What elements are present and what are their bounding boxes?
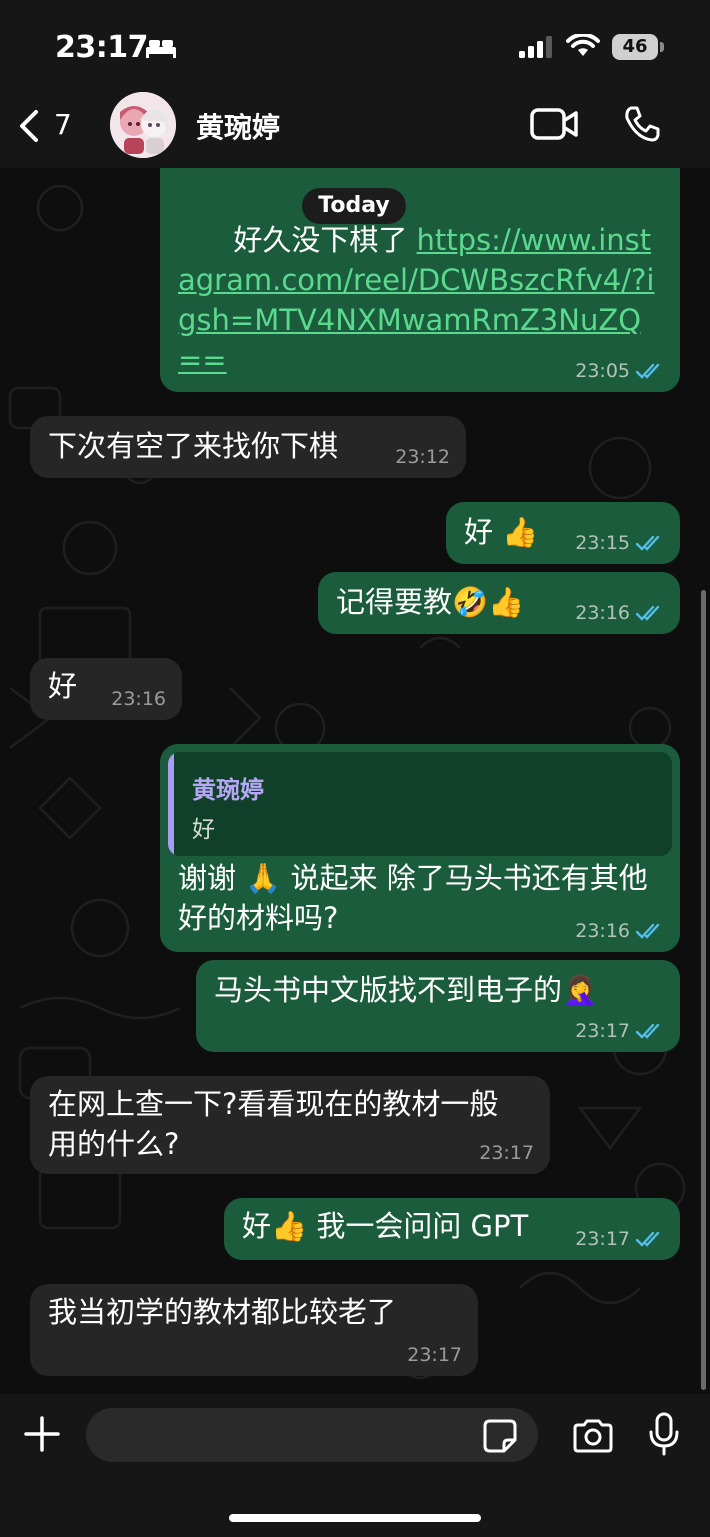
message-bubble-incoming[interactable]: 好 23:16 (30, 658, 182, 720)
message-meta: 23:05 (575, 360, 664, 382)
message-text: 记得要教🤣👍 (336, 585, 525, 619)
read-receipt-icon (636, 923, 660, 939)
sticker-icon[interactable] (482, 1418, 518, 1454)
message-bubble-outgoing[interactable]: 马头书中文版找不到电子的🤦‍♀️ 23:17 (196, 960, 680, 1052)
message-text: 好👍 我一会问问 GPT (242, 1209, 529, 1243)
read-receipt-icon (636, 363, 660, 379)
message-meta: 23:16 (575, 602, 664, 624)
message-meta: 23:17 (407, 1344, 462, 1366)
status-time: 23:17 (55, 30, 149, 65)
back-unread-count[interactable]: 7 (54, 108, 72, 141)
battery-nub (660, 42, 664, 52)
message-bubble-outgoing[interactable]: 好 👍 23:15 (446, 502, 680, 564)
message-text: 好久没下棋了 https://www.instagram.com/reel/DC… (178, 180, 662, 420)
message-meta: 23:17 (479, 1142, 534, 1164)
message-text: 马头书中文版找不到电子的🤦‍♀️ (214, 973, 599, 1007)
read-receipt-icon (636, 605, 660, 621)
microphone-icon[interactable] (648, 1412, 680, 1456)
message-input[interactable] (86, 1408, 538, 1462)
wifi-icon (566, 34, 600, 56)
contact-avatar[interactable] (110, 92, 176, 158)
message-bubble-outgoing[interactable]: 好久没下棋了 https://www.instagram.com/reel/DC… (160, 168, 680, 392)
message-time: 23:16 (575, 920, 630, 942)
attach-plus-icon[interactable] (22, 1414, 62, 1454)
contact-name[interactable]: 黄琬婷 (196, 106, 280, 146)
message-meta: 23:12 (395, 446, 450, 468)
message-bubble-incoming[interactable]: 我当初学的教材都比较老了 23:17 (30, 1284, 478, 1376)
message-text: 下次有空了来找你下棋 (48, 429, 339, 463)
message-bubble-outgoing-reply[interactable]: 黄琬婷 好 谢谢 🙏 说起来 除了马头书还有其他好的材料吗? 23:16 (160, 744, 680, 952)
quoted-text: 好 (192, 817, 215, 843)
message-time: 23:05 (575, 360, 630, 382)
camera-icon[interactable] (571, 1418, 615, 1454)
read-receipt-icon (636, 1023, 660, 1039)
message-meta: 23:16 (575, 920, 664, 942)
message-text: 我当初学的教材都比较老了 (48, 1295, 397, 1329)
message-time: 23:15 (575, 532, 630, 554)
message-text: 好 (48, 669, 78, 703)
message-meta: 23:15 (575, 532, 664, 554)
message-meta: 23:17 (575, 1020, 664, 1042)
voice-call-icon[interactable] (622, 104, 662, 144)
message-text: 好 👍 (464, 515, 539, 549)
message-time: 23:17 (407, 1344, 462, 1366)
status-bar: 23:17 46 (0, 0, 710, 90)
message-composer (0, 1394, 710, 1537)
cellular-signal-icon (519, 36, 552, 58)
chat-area[interactable]: 好久没下棋了 https://www.instagram.com/reel/DC… (0, 168, 710, 1394)
message-time: 23:17 (575, 1020, 630, 1042)
read-receipt-icon (636, 1231, 660, 1247)
date-chip-today: Today (302, 188, 406, 224)
quote-accent-bar (168, 752, 174, 856)
message-time: 23:17 (479, 1142, 534, 1164)
battery-level: 46 (612, 34, 658, 60)
home-indicator[interactable] (229, 1514, 481, 1522)
video-call-icon[interactable] (529, 106, 579, 142)
message-bubble-incoming[interactable]: 下次有空了来找你下棋 23:12 (30, 416, 466, 478)
message-bubble-outgoing[interactable]: 记得要教🤣👍 23:16 (318, 572, 680, 634)
message-text-prefix: 好久没下棋了 (233, 223, 417, 257)
message-meta: 23:17 (575, 1228, 664, 1250)
sleep-focus-icon (146, 40, 176, 58)
chat-header: 7 黄琬婷 (0, 90, 710, 168)
message-bubble-incoming[interactable]: 在网上查一下?看看现在的教材一般用的什么? 23:17 (30, 1076, 550, 1174)
back-chevron-icon[interactable] (14, 106, 44, 146)
message-bubble-outgoing[interactable]: 好👍 我一会问问 GPT 23:17 (224, 1198, 680, 1260)
message-time: 23:16 (111, 688, 166, 710)
message-meta: 23:16 (111, 688, 166, 710)
message-time: 23:12 (395, 446, 450, 468)
message-time: 23:17 (575, 1228, 630, 1250)
chat-scrollbar[interactable] (701, 590, 706, 1390)
message-text: 在网上查一下?看看现在的教材一般用的什么? (48, 1087, 499, 1161)
quoted-message[interactable]: 黄琬婷 好 (168, 752, 672, 856)
read-receipt-icon (636, 535, 660, 551)
message-time: 23:16 (575, 602, 630, 624)
quoted-sender: 黄琬婷 (192, 776, 264, 804)
